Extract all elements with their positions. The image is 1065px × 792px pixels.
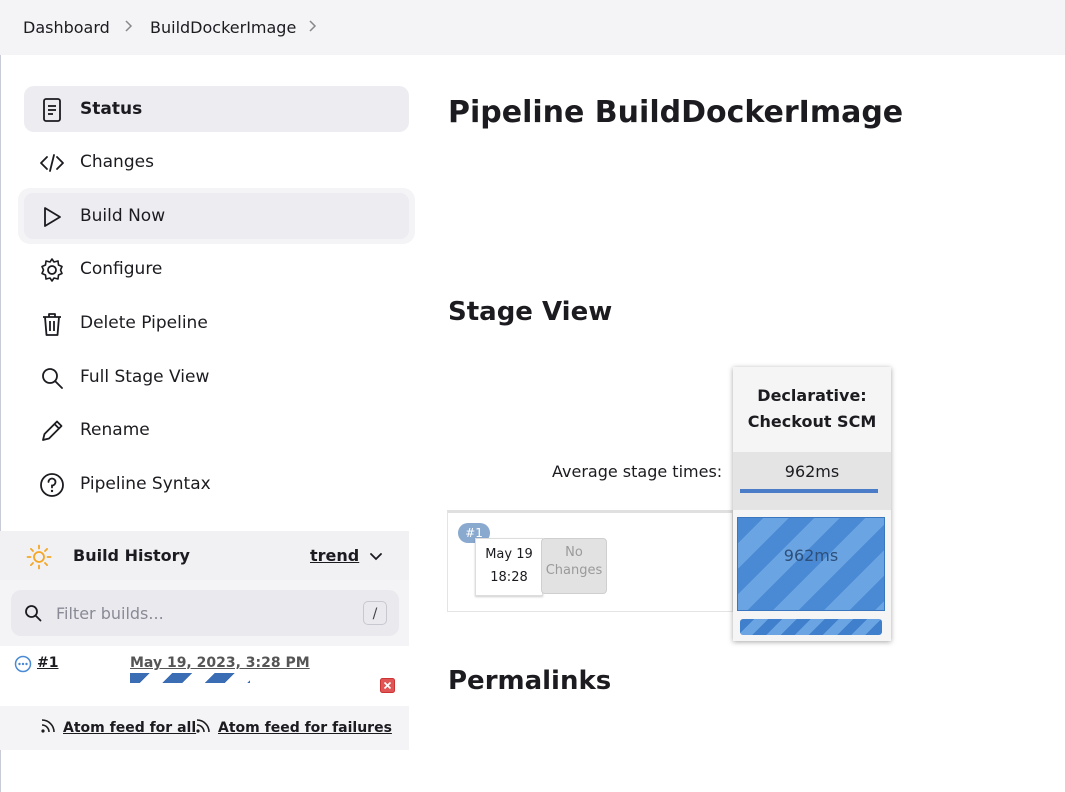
stage-average-time: 962ms xyxy=(784,462,840,481)
stage-run-row[interactable]: #1 May 19 18:28 No Changes xyxy=(447,510,733,612)
task-rename[interactable]: Rename xyxy=(24,407,409,453)
build-number-link[interactable]: #1 xyxy=(37,655,58,671)
play-icon xyxy=(44,207,61,227)
pencil-icon xyxy=(42,420,63,441)
task-full-stage-view[interactable]: Full Stage View xyxy=(24,354,409,400)
stage-result-time: 962ms xyxy=(783,546,839,565)
chevron-down-icon[interactable] xyxy=(368,549,384,565)
run-time: 18:28 xyxy=(490,570,528,585)
code-icon xyxy=(40,154,64,172)
task-label: Changes xyxy=(80,152,154,172)
stage-progress-bar xyxy=(740,619,882,635)
run-date-box: May 19 18:28 xyxy=(475,538,543,596)
stage-average-bar xyxy=(740,489,878,493)
rss-icon xyxy=(196,719,210,733)
stage-name-line: Checkout SCM xyxy=(747,412,877,431)
stage-column: Declarative: Checkout SCM 962ms 962ms xyxy=(733,367,891,641)
keyboard-shortcut-badge: / xyxy=(363,601,387,625)
gear-icon xyxy=(41,258,63,282)
build-history-title: Build History xyxy=(73,546,190,565)
task-status[interactable]: Status xyxy=(24,86,409,132)
build-progress-bar xyxy=(130,673,250,683)
rss-icon xyxy=(41,719,55,733)
atom-feeds: Atom feed for all Atom feed for failures xyxy=(0,706,409,750)
task-label: Configure xyxy=(80,259,163,279)
task-label: Delete Pipeline xyxy=(80,313,208,333)
cancel-build-icon[interactable] xyxy=(380,678,395,693)
run-changes-box: No Changes xyxy=(541,538,607,594)
breadcrumb-dashboard[interactable]: Dashboard xyxy=(23,18,110,37)
filter-builds-input[interactable]: Filter builds... / xyxy=(11,590,399,636)
task-label: Rename xyxy=(80,420,150,440)
task-changes[interactable]: Changes xyxy=(24,139,409,185)
chevron-right-icon[interactable] xyxy=(306,19,320,33)
task-configure[interactable]: Configure xyxy=(24,246,409,292)
build-date-link[interactable]: May 19, 2023, 3:28 PM xyxy=(130,655,310,671)
task-label: Full Stage View xyxy=(80,367,210,387)
stage-view-heading: Stage View xyxy=(448,297,613,327)
stage-header: Declarative: Checkout SCM xyxy=(733,383,891,435)
run-date: May 19 xyxy=(485,547,533,562)
sun-icon xyxy=(26,544,52,570)
task-label: Pipeline Syntax xyxy=(80,474,211,494)
document-icon xyxy=(43,98,61,122)
trash-icon xyxy=(43,313,61,336)
atom-feed-all-link[interactable]: Atom feed for all xyxy=(63,720,196,736)
build-row[interactable]: #1 May 19, 2023, 3:28 PM xyxy=(0,646,409,706)
permalinks-heading: Permalinks xyxy=(448,666,612,696)
changes-line: No xyxy=(565,545,583,560)
changes-line: Changes xyxy=(545,563,603,578)
help-icon xyxy=(40,473,64,497)
task-build-now[interactable]: Build Now xyxy=(18,188,415,244)
search-icon xyxy=(42,368,63,389)
filter-placeholder: Filter builds... xyxy=(56,604,164,623)
breadcrumb-job[interactable]: BuildDockerImage xyxy=(150,18,296,37)
task-label: Build Now xyxy=(80,206,166,226)
build-history-header: Build History trend xyxy=(0,531,409,580)
task-pipeline-syntax[interactable]: Pipeline Syntax xyxy=(24,461,409,507)
chevron-right-icon[interactable] xyxy=(122,19,136,33)
task-delete-pipeline[interactable]: Delete Pipeline xyxy=(24,300,409,346)
atom-feed-failures-link[interactable]: Atom feed for failures xyxy=(218,720,392,736)
breadcrumb: Dashboard BuildDockerImage xyxy=(0,0,1065,55)
in-progress-icon xyxy=(14,655,32,673)
stage-result-cell[interactable]: 962ms xyxy=(737,517,885,611)
average-stage-times-label: Average stage times: xyxy=(552,462,723,481)
search-icon xyxy=(25,605,42,622)
stage-name-line: Declarative: xyxy=(757,386,867,405)
trend-link[interactable]: trend xyxy=(310,546,359,565)
page-title: Pipeline BuildDockerImage xyxy=(448,95,904,130)
stage-average-cell: 962ms xyxy=(733,452,891,510)
task-label: Status xyxy=(80,99,143,119)
